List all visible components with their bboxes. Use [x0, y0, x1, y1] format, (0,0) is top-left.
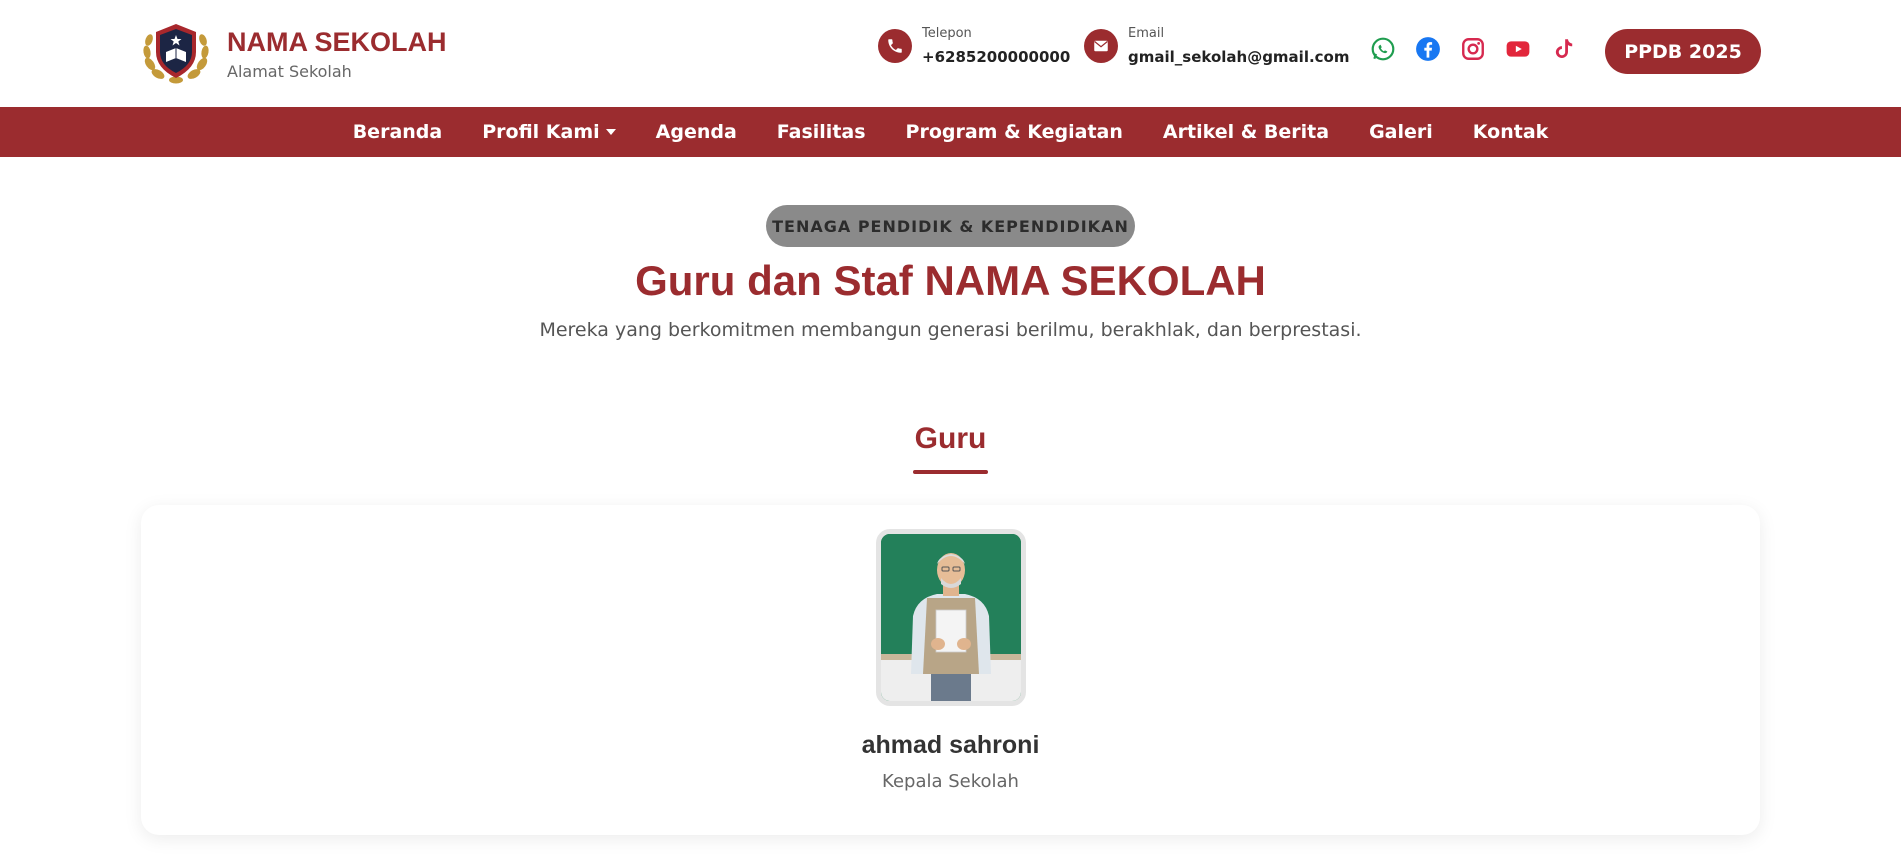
phone-label: Telepon [922, 26, 972, 41]
facebook-icon[interactable] [1413, 34, 1443, 64]
school-logo-icon [143, 24, 209, 84]
youtube-icon[interactable] [1503, 34, 1533, 64]
ppdb-button[interactable]: PPDB 2025 [1605, 29, 1761, 74]
nav-item-galeri[interactable]: Galeri [1369, 121, 1433, 143]
nav-item-beranda[interactable]: Beranda [353, 121, 443, 143]
school-address: Alamat Sekolah [227, 61, 352, 81]
instagram-icon[interactable] [1458, 34, 1488, 64]
phone-value[interactable]: +6285200000000 [922, 48, 1070, 66]
nav-item-profil-kami[interactable]: Profil Kami [482, 121, 616, 143]
nav-label: Profil Kami [482, 121, 600, 143]
page-subtitle: Mereka yang berkomitmen membangun genera… [539, 319, 1362, 341]
section-title-underline [913, 470, 988, 474]
nav-label: Fasilitas [776, 121, 866, 143]
site-header: NAMA SEKOLAH Alamat Sekolah Telepon +628… [0, 0, 1901, 107]
nav-item-fasilitas[interactable]: Fasilitas [777, 121, 866, 143]
nav-item-kontak[interactable]: Kontak [1473, 121, 1549, 143]
page-title: Guru dan Staf NAMA SEKOLAH [635, 257, 1266, 304]
nav-label: Artikel & Berita [1162, 121, 1330, 143]
teacher-portrait-image [881, 534, 1021, 701]
whatsapp-icon[interactable] [1368, 34, 1398, 64]
section-tag: TENAGA PENDIDIK & KEPENDIDIKAN [766, 205, 1135, 247]
nav-item-program-kegiatan[interactable]: Program & Kegiatan [906, 121, 1123, 143]
brand-text: NAMA SEKOLAH Alamat Sekolah [227, 26, 447, 81]
nav-label: Agenda [655, 121, 737, 143]
phone-icon [878, 29, 912, 63]
school-name: NAMA SEKOLAH [227, 26, 447, 57]
staff-name: ahmad sahroni [861, 731, 1040, 759]
envelope-icon [1084, 29, 1118, 63]
main-navigation: Beranda Profil Kami Agenda Fasilitas Pro… [0, 107, 1901, 157]
nav-label: Beranda [352, 121, 443, 143]
section-title-guru: Guru [914, 422, 987, 455]
nav-item-artikel-berita[interactable]: Artikel & Berita [1163, 121, 1329, 143]
staff-card: ahmad sahroni Kepala Sekolah [141, 505, 1760, 835]
staff-photo[interactable] [876, 529, 1026, 706]
nav-label: Galeri [1369, 121, 1433, 143]
social-links [1368, 34, 1593, 64]
email-value[interactable]: gmail_sekolah@gmail.com [1128, 48, 1350, 66]
email-label: Email [1128, 26, 1165, 41]
nav-label: Program & Kegiatan [905, 121, 1123, 143]
nav-label: Kontak [1472, 121, 1549, 143]
nav-item-agenda[interactable]: Agenda [656, 121, 737, 143]
caret-down-icon [605, 129, 616, 135]
phone-contact[interactable]: Telepon +6285200000000 [878, 26, 1070, 66]
tiktok-icon[interactable] [1548, 34, 1578, 64]
staff-role: Kepala Sekolah [882, 771, 1019, 792]
brand[interactable]: NAMA SEKOLAH Alamat Sekolah [140, 20, 447, 86]
email-contact[interactable]: Email gmail_sekolah@gmail.com [1084, 26, 1350, 66]
